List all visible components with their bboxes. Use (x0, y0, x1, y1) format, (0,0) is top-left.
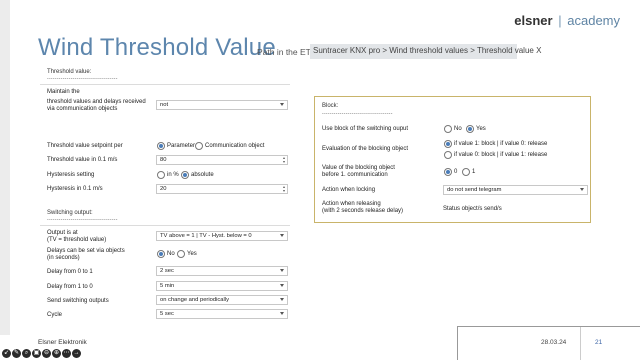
left-stripe (0, 0, 10, 335)
setpoint-object-label: Communication object (205, 143, 265, 149)
delay01-select[interactable]: 2 sec (156, 266, 288, 276)
delay10-select[interactable]: 5 min (156, 281, 288, 291)
chevron-down-icon (580, 188, 584, 191)
zoom-in-icon[interactable]: ⊕ (52, 349, 61, 358)
hysteresis-absolute-radio[interactable] (181, 171, 189, 179)
path-value: Suntracer KNX pro > Wind threshold value… (310, 44, 541, 59)
delays-yes-radio[interactable] (177, 250, 185, 258)
hysteresis-setting-label: Hysteresis setting (47, 172, 95, 178)
row-divider (40, 225, 290, 226)
send-outputs-label: Send switching outputs (47, 298, 109, 304)
cycle-label: Cycle (47, 312, 63, 318)
output-label-line2: (TV = threshold value) (47, 237, 107, 243)
slides-icon[interactable]: ▣ (32, 349, 41, 358)
blocking-value-0-radio[interactable] (444, 168, 452, 176)
footer-company: Elsner Elektronik (38, 339, 87, 346)
setpoint-object-radio[interactable] (195, 142, 203, 150)
threshold-value-label: Threshold value in 0.1 m/s (47, 157, 118, 163)
releasing-action-label-line2: (with 2 seconds release delay) (322, 208, 404, 214)
maintain-label: Maintain the (47, 89, 80, 95)
block-heading: Block: (322, 103, 339, 109)
locking-action-label: Action when locking (322, 187, 376, 193)
section-divider: ------------------------------------ (47, 217, 118, 223)
use-block-yes-radio[interactable] (466, 125, 474, 133)
page-title: Wind Threshold Value (38, 34, 276, 61)
delays-no-radio[interactable] (157, 250, 165, 258)
chevron-down-icon (280, 234, 284, 237)
hysteresis-value-label: Hysteresis in 0.1 m/s (47, 186, 103, 192)
chevron-down-icon (280, 298, 284, 301)
delay10-label: Delay from 1 to 0 (47, 284, 93, 290)
search-icon[interactable]: ⌕ (22, 349, 31, 358)
spinner-icon[interactable]: ▴ ▾ (283, 185, 285, 193)
delays-no-label: No (167, 251, 175, 257)
blocking-value-label-line2: before 1. communication (322, 172, 388, 178)
brand-logo: elsner | academy (514, 13, 620, 28)
releasing-action-value: Status object/s send/s (443, 206, 502, 212)
section-divider: ------------------------------------ (322, 111, 393, 117)
evaluation-label: Evaluation of the blocking object (322, 146, 409, 152)
threshold-value-input[interactable]: 80 ▴ ▾ (156, 155, 288, 165)
locking-action-select[interactable]: do not send telegram (443, 185, 588, 195)
setpoint-label: Threshold value setpoint per (47, 143, 123, 149)
evaluation-option2-radio[interactable] (444, 151, 452, 159)
evaluation-option1-label: if value 1: block | if value 0: release (454, 141, 548, 147)
hysteresis-percent-label: in % (167, 172, 179, 178)
delays-label-line2: (in seconds) (47, 255, 80, 261)
blocking-value-1-radio[interactable] (462, 168, 470, 176)
hysteresis-value-input[interactable]: 20 ▴ ▾ (156, 184, 288, 194)
hysteresis-percent-radio[interactable] (157, 171, 165, 179)
evaluation-option2-label: if value 0: block | if value 1: release (454, 152, 548, 158)
hysteresis-absolute-label: absolute (191, 172, 214, 178)
use-block-yes-label: Yes (476, 126, 486, 132)
maintain-select[interactable]: not (156, 100, 288, 110)
delays-yes-label: Yes (187, 251, 197, 257)
chevron-down-icon (280, 312, 284, 315)
page-number: 21 (595, 339, 603, 346)
delay01-label: Delay from 0 to 1 (47, 269, 93, 275)
section-divider: ------------------------------------ (47, 76, 118, 82)
footer-divider (580, 327, 581, 360)
maintain-desc-line2: via communication objects (47, 106, 118, 112)
pen-icon[interactable]: ✎ (12, 349, 21, 358)
zoom-out-icon[interactable]: ⊖ (42, 349, 51, 358)
send-outputs-select[interactable]: on change and periodically (156, 295, 288, 305)
use-block-label: Use block of the switching ouput (322, 126, 409, 132)
spinner-icon[interactable]: ▴ ▾ (283, 156, 285, 164)
chevron-down-icon (280, 103, 284, 106)
presentation-toolbar: ↙ ✎ ⌕ ▣ ⊖ ⊕ ⋯ → (2, 349, 81, 359)
more-icon[interactable]: ⋯ (62, 349, 71, 358)
cycle-select[interactable]: 5 sec (156, 309, 288, 319)
output-select[interactable]: TV above = 1 | TV - Hyst. below = 0 (156, 231, 288, 241)
use-block-no-radio[interactable] (444, 125, 452, 133)
chevron-down-icon (280, 284, 284, 287)
setpoint-parameter-radio[interactable] (157, 142, 165, 150)
footer-date: 28.03.24 (541, 339, 567, 346)
forward-arrow-icon[interactable]: → (72, 349, 81, 358)
evaluation-option1-radio[interactable] (444, 140, 452, 148)
blocking-value-0-label: 0 (454, 169, 458, 175)
use-block-no-label: No (454, 126, 462, 132)
chevron-down-icon (280, 269, 284, 272)
row-divider (40, 84, 290, 85)
blocking-value-1-label: 1 (472, 169, 476, 175)
back-arrow-icon[interactable]: ↙ (2, 349, 11, 358)
setpoint-parameter-label: Parameter (167, 143, 196, 149)
